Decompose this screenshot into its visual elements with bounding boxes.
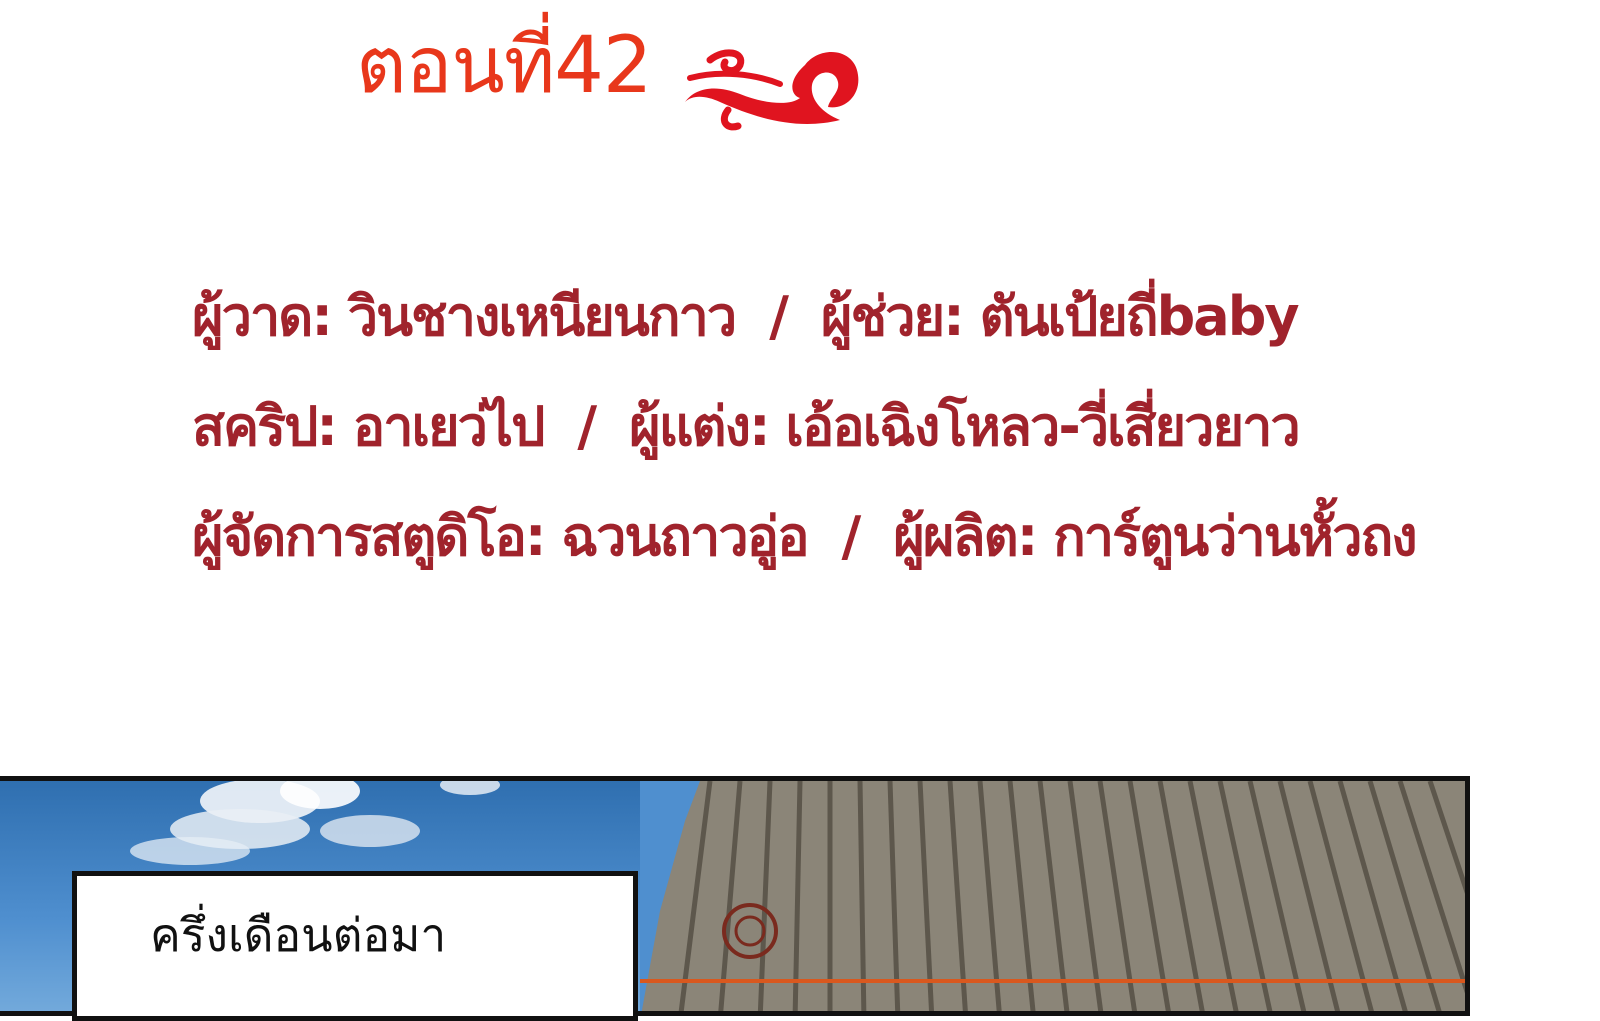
credit-separator: / <box>577 395 597 458</box>
credit-assistant: ผู้ช่วย: ตันเป้ยถี่baby <box>820 285 1300 348</box>
credit-separator: / <box>841 505 862 568</box>
credit-line-2: สคริป: อาเยว่ไป / ผู้แต่ง: เอ้อเฉิงโหลว-วี… <box>192 372 1416 482</box>
credit-line-3: ผู้จัดการสตูดิโอ: ฉวนถาวอู่อ / ผู้ผลิต: กา… <box>192 482 1418 592</box>
credit-producer: ผู้ผลิต: การ์ตูนว่านหั้วถง <box>893 505 1417 568</box>
credit-studio-manager: ผู้จัดการสตูดิโอ: ฉวนถาวอู่อ <box>192 505 810 568</box>
palace-roof <box>640 781 1465 1011</box>
cloud-swirl-icon <box>685 49 859 131</box>
credits-block: ผู้วาด: วินชางเหนียนกาว / ผู้ช่วย: ตันเป้ย… <box>192 262 1418 592</box>
credit-author: ผู้แต่ง: เอ้อเฉิงโหลว-วี่เสี่ยวยาว <box>629 395 1301 458</box>
credit-artist: ผู้วาด: วินชางเหนียนกาว <box>192 285 737 348</box>
caption-text: ครึ่งเดือนต่อมา <box>150 908 447 962</box>
chapter-title: ตอนที่42 <box>356 21 652 111</box>
credit-line-1: ผู้วาด: วินชางเหนียนกาว / ผู้ช่วย: ตันเป้ย… <box>192 262 1416 372</box>
credit-script: สคริป: อาเยว่ไป <box>192 395 545 458</box>
credit-separator: / <box>769 285 789 348</box>
